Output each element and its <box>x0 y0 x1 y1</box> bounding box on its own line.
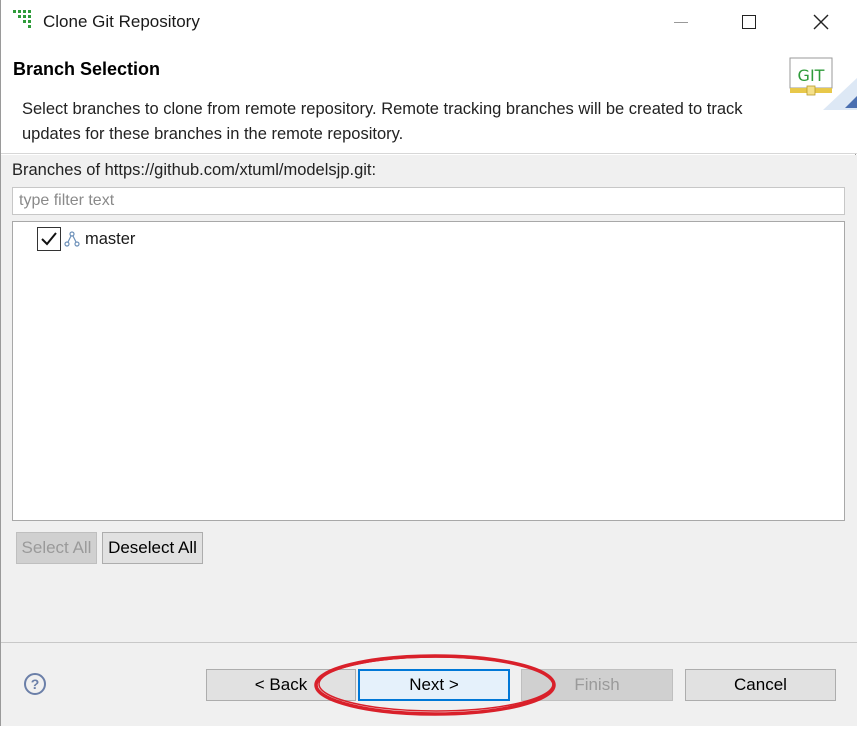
window-title: Clone Git Repository <box>43 12 200 31</box>
minimize-icon <box>674 21 688 23</box>
wizard-header: Branch Selection Select branches to clon… <box>1 44 857 154</box>
cancel-button[interactable]: Cancel <box>685 669 836 701</box>
deselect-all-button[interactable]: Deselect All <box>102 532 203 564</box>
checkmark-icon <box>41 232 57 246</box>
branch-icon <box>63 230 81 248</box>
branch-list[interactable]: master <box>12 221 845 521</box>
next-button[interactable]: Next > <box>358 669 510 701</box>
branches-label: Branches of https://github.com/xtuml/mod… <box>12 161 377 179</box>
maximize-button[interactable] <box>714 0 784 44</box>
minimize-button[interactable] <box>646 0 716 44</box>
git-banner-icon: GIT <box>789 57 857 110</box>
close-icon <box>813 14 829 30</box>
title-bar[interactable]: Clone Git Repository <box>1 0 857 44</box>
page-description: Select branches to clone from remote rep… <box>22 100 743 143</box>
wizard-footer: ? < Back Next > Finish Cancel <box>1 642 857 726</box>
git-banner-text: GIT <box>798 66 825 85</box>
close-button[interactable] <box>786 0 856 44</box>
select-all-button[interactable]: Select All <box>16 532 97 564</box>
branch-label: master <box>85 229 136 248</box>
branch-checkbox[interactable] <box>37 227 61 251</box>
branch-selection-panel: Branches of https://github.com/xtuml/mod… <box>1 155 857 642</box>
finish-button[interactable]: Finish <box>521 669 673 701</box>
help-icon[interactable]: ? <box>24 673 46 695</box>
clone-git-repository-dialog: Clone Git Repository Branch Selection Se… <box>0 0 857 726</box>
back-button[interactable]: < Back <box>206 669 356 701</box>
branch-item-master[interactable]: master <box>37 227 135 251</box>
egit-grid-icon <box>13 10 31 28</box>
page-title: Branch Selection <box>13 59 161 79</box>
filter-input[interactable] <box>12 187 845 215</box>
maximize-icon <box>742 15 756 29</box>
